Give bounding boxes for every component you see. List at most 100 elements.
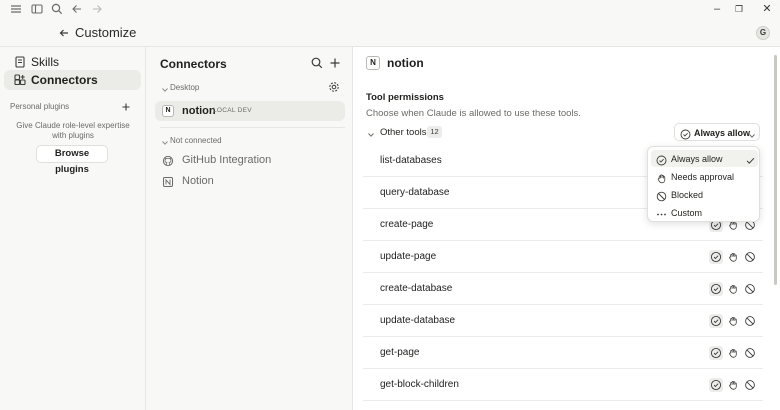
sidebar-item-label: Connectors — [31, 73, 98, 87]
connector-name: notion — [182, 105, 216, 117]
tool-row: get-page — [363, 337, 763, 369]
permission-toggle-group — [709, 282, 757, 296]
search-icon[interactable] — [50, 2, 64, 16]
tool-name: query-database — [380, 187, 450, 198]
allow-icon[interactable] — [709, 250, 723, 264]
connectors-icon — [13, 73, 27, 87]
skills-icon — [13, 55, 27, 69]
option-label: Always allow — [671, 154, 723, 164]
connector-detail: N notion Tool permissions Choose when Cl… — [353, 47, 780, 410]
github-icon — [162, 154, 174, 167]
menu-icon[interactable] — [9, 2, 23, 16]
needs-approval-icon[interactable] — [726, 250, 740, 264]
chevron-down-icon[interactable] — [160, 135, 170, 145]
section-divider — [160, 127, 345, 128]
allow-icon[interactable] — [709, 346, 723, 360]
sidebar-item-skills[interactable]: Skills — [4, 52, 141, 72]
block-icon[interactable] — [743, 314, 757, 328]
needs-approval-icon[interactable] — [726, 314, 740, 328]
tool-name: get-page — [380, 347, 420, 358]
sidebar-toggle-icon[interactable] — [30, 2, 44, 16]
permission-dropdown-menu: Always allow Needs approval Blocked Cust… — [647, 146, 760, 222]
checkmark-icon — [745, 153, 756, 164]
hand-icon — [656, 171, 667, 184]
allow-icon[interactable] — [709, 314, 723, 328]
allow-icon[interactable] — [709, 378, 723, 392]
option-custom[interactable]: Custom — [651, 204, 758, 221]
gear-icon[interactable] — [328, 80, 340, 92]
check-circle-icon — [656, 153, 667, 166]
permissions-heading: Tool permissions — [366, 92, 444, 103]
add-connector-icon[interactable] — [328, 56, 342, 70]
needs-approval-icon[interactable] — [726, 378, 740, 392]
option-needs-approval[interactable]: Needs approval — [651, 168, 758, 185]
tool-name: create-page — [380, 219, 434, 230]
tool-count-badge: 12 — [427, 126, 442, 138]
scroll-thumb[interactable] — [774, 55, 777, 285]
tool-name: list-databases — [380, 155, 442, 166]
minimize-button[interactable]: – — [710, 2, 724, 16]
page-header: Customize G — [0, 20, 780, 46]
connectors-title: Connectors — [160, 57, 227, 71]
permission-toggle-group — [709, 314, 757, 328]
tool-row: update-page — [363, 241, 763, 273]
search-connectors-icon[interactable] — [310, 56, 324, 70]
tool-name: get-block-children — [380, 379, 459, 390]
block-icon[interactable] — [743, 378, 757, 392]
check-circle-icon — [680, 127, 691, 140]
chevron-down-icon[interactable] — [366, 127, 376, 137]
tool-name: update-page — [380, 251, 437, 262]
option-label: Blocked — [671, 190, 704, 200]
back-arrow-icon[interactable] — [57, 26, 71, 40]
connector-item-github[interactable]: GitHub Integration — [155, 150, 345, 170]
more-dots-icon — [656, 207, 667, 218]
close-button[interactable]: ✕ — [760, 2, 774, 16]
connector-name: Notion — [182, 175, 214, 187]
personal-plugins-label: Personal plugins — [10, 102, 70, 111]
block-icon[interactable] — [743, 282, 757, 296]
blocked-icon — [656, 189, 667, 202]
plugins-description: Give Claude role-level expertise with pl… — [16, 121, 130, 140]
option-label: Needs approval — [671, 172, 735, 182]
needs-approval-icon[interactable] — [726, 282, 740, 296]
connector-item-notion[interactable]: N notion LOCAL DEV — [155, 101, 345, 121]
scrollbar[interactable] — [773, 47, 778, 410]
block-icon[interactable] — [743, 346, 757, 360]
option-blocked[interactable]: Blocked — [651, 186, 758, 203]
avatar[interactable]: G — [756, 26, 770, 40]
notion-logo-icon: N — [162, 105, 174, 117]
tool-name: update-database — [380, 315, 456, 326]
permission-toggle-group — [709, 346, 757, 360]
permission-toggle-group — [709, 378, 757, 392]
maximize-button[interactable]: ❐ — [732, 2, 746, 16]
connector-name: GitHub Integration — [182, 154, 272, 166]
chevron-down-icon[interactable] — [160, 82, 170, 92]
tool-row: create-database — [363, 273, 763, 305]
dropdown-value: Always allow — [694, 128, 751, 138]
permission-toggle-group — [709, 250, 757, 264]
browse-plugins-button[interactable]: Browse plugins — [36, 145, 108, 175]
sidebar-item-connectors[interactable]: Connectors — [4, 70, 141, 90]
connector-title: notion — [387, 56, 424, 70]
customize-sidebar: Skills Connectors Personal plugins Give … — [0, 47, 146, 410]
allow-icon[interactable] — [709, 282, 723, 296]
notion-icon — [162, 175, 174, 187]
back-nav-icon[interactable] — [70, 2, 84, 16]
desktop-section-label: Desktop — [170, 83, 200, 92]
not-connected-section-label: Not connected — [170, 136, 222, 145]
title-bar: – ❐ ✕ — [0, 0, 780, 18]
add-plugin-icon[interactable] — [120, 100, 132, 112]
local-dev-badge: LOCAL DEV — [213, 107, 252, 114]
block-icon[interactable] — [743, 250, 757, 264]
permissions-subtitle: Choose when Claude is allowed to use the… — [366, 108, 581, 119]
permission-dropdown[interactable]: Always allow — [674, 123, 760, 141]
forward-nav-icon[interactable] — [90, 2, 104, 16]
needs-approval-icon[interactable] — [726, 346, 740, 360]
main-content: Skills Connectors Personal plugins Give … — [0, 46, 780, 410]
option-always-allow[interactable]: Always allow — [651, 150, 758, 167]
connectors-panel: Connectors Desktop N notion LOCAL DEV No… — [146, 47, 353, 410]
connector-item-notion-disconnected[interactable]: Notion — [155, 171, 345, 191]
sidebar-item-label: Skills — [31, 55, 60, 69]
tool-group-label[interactable]: Other tools — [380, 127, 426, 138]
tool-name: create-database — [380, 283, 453, 294]
